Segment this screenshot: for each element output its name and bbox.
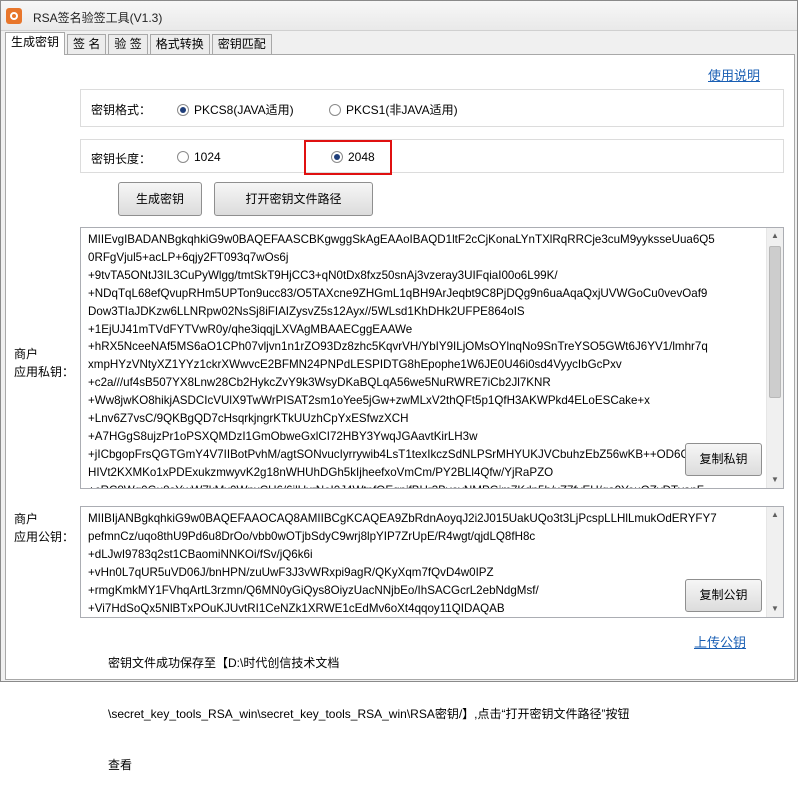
pkcs1-radio[interactable]: PKCS1(非JAVA适用): [329, 101, 458, 118]
scroll-up-icon[interactable]: ▲: [767, 507, 783, 523]
pkcs8-radio-indicator: [177, 103, 189, 116]
tab-bar: 生成密钥 签 名 验 签 格式转换 密钥匹配: [5, 32, 274, 55]
tab-verify[interactable]: 验 签: [108, 34, 148, 55]
key-format-group: 密钥格式： PKCS8(JAVA适用) PKCS1(非JAVA适用): [80, 89, 784, 127]
window-title: RSA签名验签工具(V1.3): [33, 11, 163, 25]
public-key-text: MIIBIjANBgkqhkiG9w0BAQEFAAOCAQ8AMIIBCgKC…: [88, 512, 717, 615]
key-length-label: 密钥长度：: [91, 152, 152, 166]
status-message: 密钥文件成功保存至【D:\时代创信技术文档 \secret_key_tools_…: [108, 621, 630, 808]
public-key-scrollbar[interactable]: ▲ ▼: [766, 507, 783, 617]
status-line-3: 查看: [108, 758, 133, 772]
pkcs8-radio[interactable]: PKCS8(JAVA适用): [177, 101, 294, 118]
tab-key-match[interactable]: 密钥匹配: [211, 34, 272, 55]
key-length-group: 密钥长度： 1024 2048: [80, 139, 784, 173]
copy-public-key-button[interactable]: 复制公钥: [685, 579, 762, 612]
help-link[interactable]: 使用说明: [708, 65, 760, 84]
public-key-label: 商户 应用公钥：: [14, 510, 74, 546]
private-key-label: 商户 应用私钥：: [14, 345, 74, 381]
key-format-label: 密钥格式：: [91, 103, 152, 117]
private-key-textarea[interactable]: MIIEvgIBADANBgkqhkiG9w0BAQEFAASCBKgwggSk…: [80, 227, 784, 489]
tab-format-convert[interactable]: 格式转换: [149, 34, 210, 55]
title-bar[interactable]: RSA签名验签工具(V1.3): [1, 1, 797, 31]
private-key-label-line1: 商户: [14, 347, 39, 361]
scroll-down-icon[interactable]: ▼: [767, 472, 783, 488]
public-key-label-line1: 商户: [14, 512, 39, 526]
upload-public-key-link[interactable]: 上传公钥: [694, 632, 746, 651]
scroll-up-icon[interactable]: ▲: [767, 228, 783, 244]
pkcs1-radio-indicator: [329, 103, 341, 116]
public-key-label-line2: 应用公钥：: [14, 530, 75, 544]
generate-key-button[interactable]: 生成密钥: [118, 182, 202, 216]
scrollbar-thumb[interactable]: [769, 246, 781, 398]
private-key-scrollbar[interactable]: ▲ ▼: [766, 228, 783, 488]
public-key-textarea[interactable]: MIIBIjANBgkqhkiG9w0BAQEFAAOCAQ8AMIIBCgKC…: [80, 506, 784, 618]
app-window: RSA签名验签工具(V1.3) 生成密钥 签 名 验 签 格式转换 密钥匹配 使…: [0, 0, 798, 772]
private-key-text: MIIEvgIBADANBgkqhkiG9w0BAQEFAASCBKgwggSk…: [88, 233, 715, 488]
generate-key-panel: 使用说明 密钥格式： PKCS8(JAVA适用) PKCS1(非JAVA适用) …: [5, 54, 795, 772]
pkcs8-radio-label: PKCS8(JAVA适用): [194, 103, 294, 117]
status-line-2: \secret_key_tools_RSA_win\secret_key_too…: [108, 707, 630, 721]
status-line-1: 密钥文件成功保存至【D:\时代创信技术文档: [108, 656, 340, 670]
app-logo-icon: [6, 8, 22, 24]
length-1024-radio-indicator: [177, 151, 189, 163]
scroll-down-icon[interactable]: ▼: [767, 601, 783, 617]
open-key-path-button[interactable]: 打开密钥文件路径: [214, 182, 373, 216]
length-1024-radio[interactable]: 1024: [177, 150, 221, 164]
copy-private-key-button[interactable]: 复制私钥: [685, 443, 762, 476]
length-1024-radio-label: 1024: [194, 150, 221, 164]
private-key-label-line2: 应用私钥：: [14, 365, 75, 379]
tab-sign[interactable]: 签 名: [67, 34, 107, 55]
tab-generate-key[interactable]: 生成密钥: [5, 32, 66, 55]
selection-highlight-box: [304, 140, 392, 175]
pkcs1-radio-label: PKCS1(非JAVA适用): [346, 103, 458, 117]
